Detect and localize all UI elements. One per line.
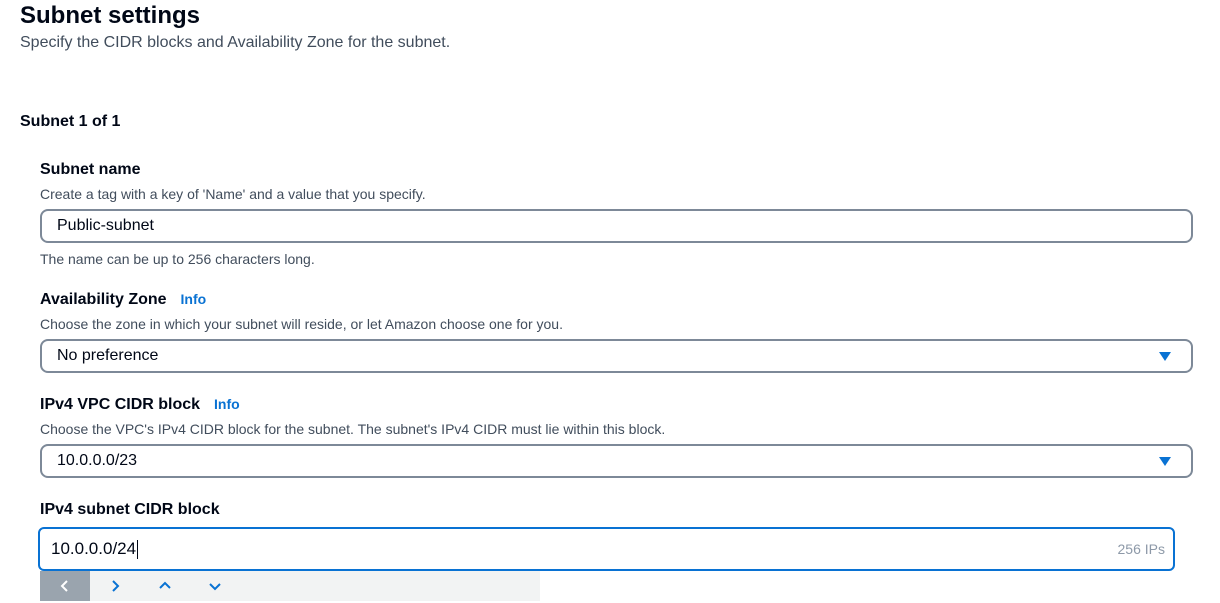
caret-down-icon	[1159, 351, 1171, 361]
up-button[interactable]	[140, 571, 190, 601]
availability-zone-label: Availability Zone Info	[40, 291, 206, 309]
vpc-cidr-info-link[interactable]: Info	[214, 396, 240, 412]
subnet-name-constraint: The name can be up to 256 characters lon…	[40, 251, 315, 267]
previous-button[interactable]	[40, 571, 90, 601]
caret-down-icon	[1159, 456, 1171, 466]
subnet-cidr-input[interactable]: 10.0.0.0/24 256 IPs	[38, 527, 1175, 571]
availability-zone-description: Choose the zone in which your subnet wil…	[40, 316, 563, 332]
availability-zone-info-link[interactable]: Info	[181, 291, 207, 307]
vpc-cidr-label-text: IPv4 VPC CIDR block	[40, 396, 201, 413]
vpc-cidr-select[interactable]: 10.0.0.0/23	[40, 444, 1193, 478]
chevron-right-icon	[112, 580, 120, 592]
chevron-down-icon	[209, 583, 221, 591]
vpc-cidr-description: Choose the VPC's IPv4 CIDR block for the…	[40, 421, 666, 437]
subnet-counter: Subnet 1 of 1	[20, 113, 121, 130]
cidr-navigation-toolbar	[40, 571, 540, 601]
availability-zone-label-text: Availability Zone	[40, 291, 167, 308]
section-title: Subnet settings	[20, 2, 201, 29]
down-button[interactable]	[190, 571, 240, 601]
vpc-cidr-label: IPv4 VPC CIDR block Info	[40, 396, 240, 414]
subnet-settings-page: Subnet settings Specify the CIDR blocks …	[0, 0, 1220, 603]
chevron-left-icon	[60, 580, 68, 592]
next-button[interactable]	[90, 571, 140, 601]
subnet-name-description: Create a tag with a key of 'Name' and a …	[40, 186, 426, 202]
subnet-name-input[interactable]: Public-subnet	[40, 209, 1193, 243]
subnet-cidr-label-text: IPv4 subnet CIDR block	[40, 501, 220, 518]
section-description: Specify the CIDR blocks and Availability…	[20, 34, 451, 51]
subnet-name-label-text: Subnet name	[40, 161, 141, 178]
availability-zone-value: No preference	[57, 347, 159, 364]
chevron-up-icon	[159, 581, 171, 589]
availability-zone-select[interactable]: No preference	[40, 339, 1193, 373]
subnet-name-value: Public-subnet	[57, 217, 154, 234]
vpc-cidr-value: 10.0.0.0/23	[57, 452, 138, 469]
subnet-cidr-label: IPv4 subnet CIDR block	[40, 501, 220, 519]
text-cursor	[137, 539, 139, 559]
subnet-name-label: Subnet name	[40, 161, 140, 179]
ip-count-hint: 256 IPs	[1117, 541, 1165, 557]
subnet-cidr-value-wrap: 10.0.0.0/24	[51, 539, 1118, 559]
subnet-cidr-value: 10.0.0.0/24	[51, 539, 137, 558]
